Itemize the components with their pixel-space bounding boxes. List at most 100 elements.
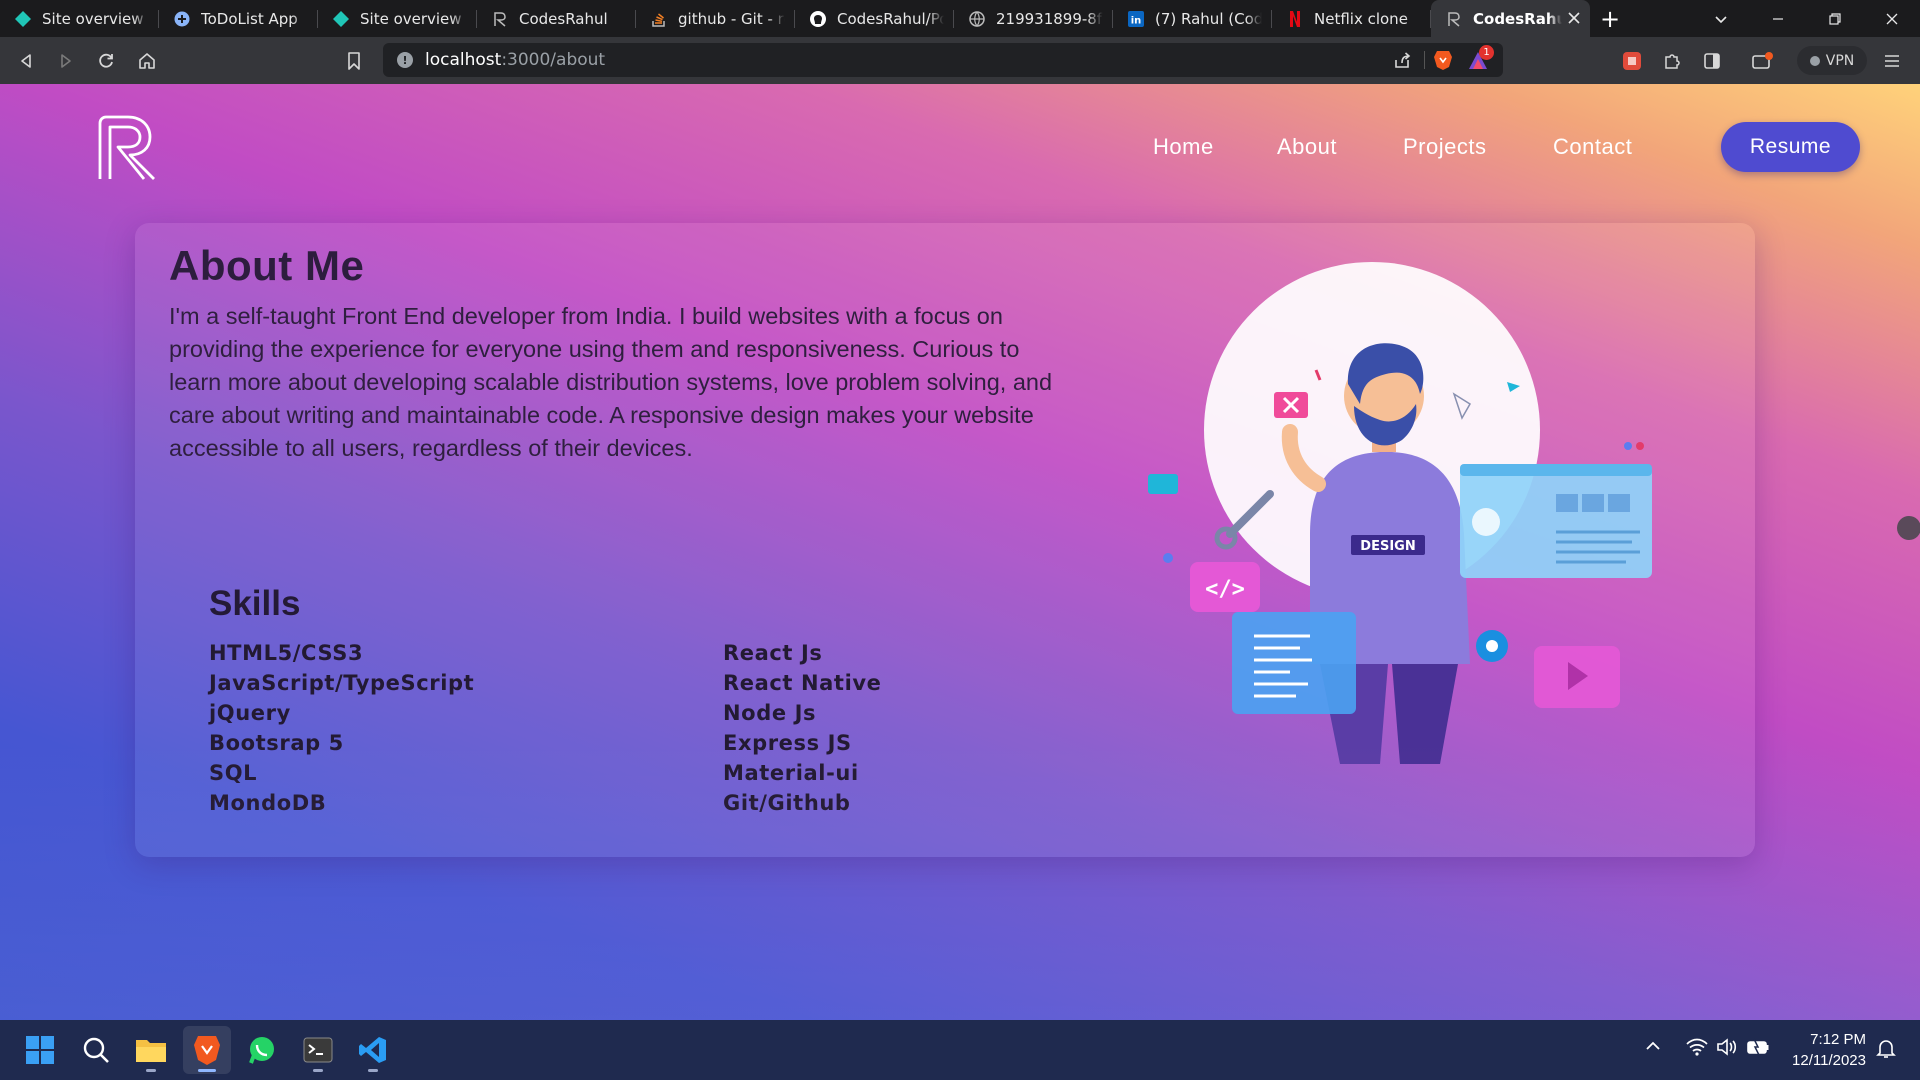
brave-shields-button[interactable]	[1433, 49, 1453, 75]
volume-button[interactable]	[1716, 1038, 1738, 1060]
share-icon	[1395, 52, 1411, 68]
tab-search-button[interactable]	[1692, 0, 1749, 37]
start-button[interactable]	[16, 1026, 64, 1074]
tab-title: Site overview | co	[360, 9, 467, 28]
portfolio-page: Home About Projects Contact Resume About…	[0, 84, 1920, 1020]
browser-tab[interactable]: github - Git - ren	[636, 0, 795, 37]
globe-icon	[968, 10, 986, 28]
skill-item: React Js	[723, 641, 823, 665]
menu-button[interactable]	[1872, 41, 1912, 81]
site-info-icon[interactable]: !	[397, 52, 413, 68]
tab-title: 219931899-8f9f8	[996, 9, 1103, 28]
reload-button[interactable]	[86, 41, 126, 81]
running-indicator	[198, 1069, 216, 1072]
bookmark-button[interactable]	[334, 41, 374, 81]
scroll-indicator[interactable]	[1897, 516, 1920, 540]
skill-item: jQuery	[209, 701, 291, 725]
wifi-button[interactable]	[1686, 1038, 1708, 1060]
nav-about-link[interactable]: About	[1277, 134, 1337, 160]
nav-projects-link[interactable]: Projects	[1403, 134, 1486, 160]
vpn-label: VPN	[1825, 52, 1855, 69]
github-icon	[809, 10, 827, 28]
new-tab-button[interactable]: +	[1590, 0, 1630, 37]
clock-time: 7:12 PM	[1810, 1031, 1866, 1048]
notifications-button[interactable]	[1876, 1038, 1896, 1064]
tab-title: CodesRahul/Port	[837, 9, 944, 28]
stackoverflow-icon	[650, 10, 668, 28]
skill-item: Express JS	[723, 731, 852, 755]
forward-button[interactable]	[46, 41, 86, 81]
sidebar-icon	[1704, 53, 1720, 69]
skill-item: Git/Github	[723, 791, 851, 815]
vpn-button[interactable]: VPN	[1797, 46, 1867, 75]
search-icon	[83, 1037, 109, 1063]
site-logo-r-icon[interactable]	[96, 113, 158, 183]
svg-text:in: in	[1131, 15, 1142, 26]
about-description: I'm a self-taught Front End developer fr…	[169, 303, 1053, 461]
nav-contact-link[interactable]: Contact	[1553, 134, 1632, 160]
skill-item: React Native	[723, 671, 882, 695]
battery-button[interactable]	[1746, 1038, 1770, 1060]
file-explorer-icon	[136, 1040, 166, 1062]
share-button[interactable]	[1393, 51, 1411, 73]
skill-item: SQL	[209, 761, 258, 785]
browser-tab[interactable]: Site overview | cr	[0, 0, 159, 37]
bell-icon	[1876, 1040, 1896, 1058]
minimize-icon	[1772, 17, 1783, 20]
taskbar-terminal[interactable]	[294, 1026, 342, 1074]
close-window-button[interactable]	[1863, 0, 1920, 37]
browser-tab-bar: Site overview | cr ToDoList App Site overv…	[0, 0, 1920, 37]
minimize-button[interactable]	[1749, 0, 1806, 37]
wallet-button[interactable]	[1742, 41, 1782, 81]
whatsapp-icon	[249, 1037, 274, 1064]
sidebar-button[interactable]	[1692, 41, 1732, 81]
back-button[interactable]	[6, 41, 46, 81]
resume-button[interactable]: Resume	[1721, 122, 1860, 172]
netflix-icon	[1286, 10, 1304, 28]
netlify-icon	[14, 10, 32, 28]
about-title: About Me	[169, 242, 365, 289]
skills-list-left: HTML5/CSS3 JavaScript/TypeScript jQuery …	[209, 638, 474, 818]
browser-tab[interactable]: in (7) Rahul (Codes	[1113, 0, 1272, 37]
windows-taskbar: 7:12 PM 12/11/2023	[0, 1020, 1920, 1080]
extensions-button[interactable]	[1652, 41, 1692, 81]
nav-home-link[interactable]: Home	[1153, 134, 1214, 160]
browser-tab[interactable]: CodesRahul	[1431, 0, 1590, 37]
tab-close-icon[interactable]	[1568, 9, 1580, 28]
taskbar-brave[interactable]	[183, 1026, 231, 1074]
arrow-forward-icon	[61, 54, 71, 68]
skill-item: Material-ui	[723, 761, 859, 785]
browser-tab[interactable]: 219931899-8f9f8	[954, 0, 1113, 37]
browser-tab[interactable]: CodesRahul	[477, 0, 636, 37]
code-glyph: </>	[1205, 577, 1245, 602]
reload-icon	[99, 53, 113, 68]
taskbar-file-explorer[interactable]	[127, 1026, 175, 1074]
omnibox-divider	[1424, 51, 1425, 69]
volume-icon	[1717, 1038, 1737, 1056]
skill-item: MondoDB	[209, 791, 327, 815]
home-button[interactable]	[127, 41, 167, 81]
netlify-icon	[332, 10, 350, 28]
restore-button[interactable]	[1806, 0, 1863, 37]
chevron-down-icon	[1714, 15, 1727, 23]
taskbar-search-button[interactable]	[72, 1026, 120, 1074]
address-path: :3000/about	[501, 50, 606, 70]
extension-leo-button[interactable]	[1612, 41, 1652, 81]
browser-tab[interactable]: ToDoList App	[159, 0, 318, 37]
browser-tab[interactable]: Netflix clone	[1272, 0, 1431, 37]
brave-lion-icon	[1434, 51, 1452, 70]
skill-item: JavaScript/TypeScript	[209, 671, 475, 695]
r-logo-icon	[491, 10, 509, 28]
browser-tab[interactable]: CodesRahul/Port	[795, 0, 954, 37]
tab-title: github - Git - ren	[678, 9, 785, 28]
taskbar-whatsapp[interactable]	[238, 1026, 286, 1074]
brave-rewards-button[interactable]: 1	[1467, 45, 1494, 75]
globe-plus-icon	[173, 10, 191, 28]
taskbar-clock[interactable]: 7:12 PM 12/11/2023	[1792, 1029, 1866, 1071]
tray-overflow-button[interactable]	[1645, 1038, 1661, 1058]
running-indicator	[313, 1069, 323, 1072]
clock-date: 12/11/2023	[1792, 1052, 1866, 1069]
address-bar[interactable]: ! localhost :3000/about 1	[383, 43, 1503, 77]
taskbar-vscode[interactable]	[349, 1026, 397, 1074]
browser-tab[interactable]: Site overview | co	[318, 0, 477, 37]
